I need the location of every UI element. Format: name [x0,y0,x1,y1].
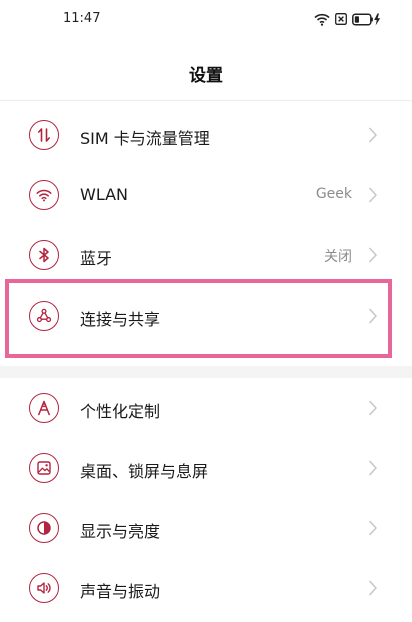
sim-card-off-icon [335,13,347,25]
header-divider [0,100,412,101]
settings-item-label: 声音与振动 [80,582,161,601]
page-title: 设置 [189,66,223,86]
settings-item-display[interactable]: 显示与亮度 [0,498,412,558]
settings-item-bluetooth[interactable]: 蓝牙 关闭 [0,225,412,285]
sound-icon [29,573,59,603]
chevron-right-icon [369,580,377,596]
settings-item-wallpaper[interactable]: 桌面、锁屏与息屏 [0,438,412,498]
status-bar: 11:47 [0,0,412,38]
settings-item-label: WLAN [80,185,129,204]
display-brightness-icon [29,513,59,543]
status-time: 11:47 [63,11,101,26]
settings-item-label: SIM 卡与流量管理 [80,129,210,148]
status-icons [314,11,382,27]
chevron-right-icon [369,460,377,476]
settings-item-label: 个性化定制 [80,402,161,421]
settings-item-label: 蓝牙 [80,249,113,268]
settings-item-wlan[interactable]: WLAN Geek [0,165,412,225]
wifi-icon [314,13,330,26]
wallpaper-icon [29,453,59,483]
settings-item-label: 显示与亮度 [80,522,161,541]
settings-item-label: 桌面、锁屏与息屏 [80,462,209,481]
chevron-right-icon [369,400,377,416]
highlight-box [5,279,392,358]
bluetooth-icon [29,240,59,270]
section-divider [0,366,412,378]
settings-item-sound[interactable]: 声音与振动 [0,558,412,618]
settings-item-value: 关闭 [324,249,352,265]
settings-item-value: Geek [315,186,352,202]
wifi-icon [29,180,59,210]
chevron-right-icon [369,127,377,143]
personalization-icon [29,393,59,423]
chevron-right-icon [369,247,377,263]
settings-item-sim-data[interactable]: SIM 卡与流量管理 [0,105,412,165]
chevron-right-icon [369,520,377,536]
battery-charging-icon [352,13,381,25]
chevron-right-icon [369,187,377,203]
sim-data-transfer-icon [29,120,59,150]
settings-item-personalization[interactable]: 个性化定制 [0,378,412,438]
